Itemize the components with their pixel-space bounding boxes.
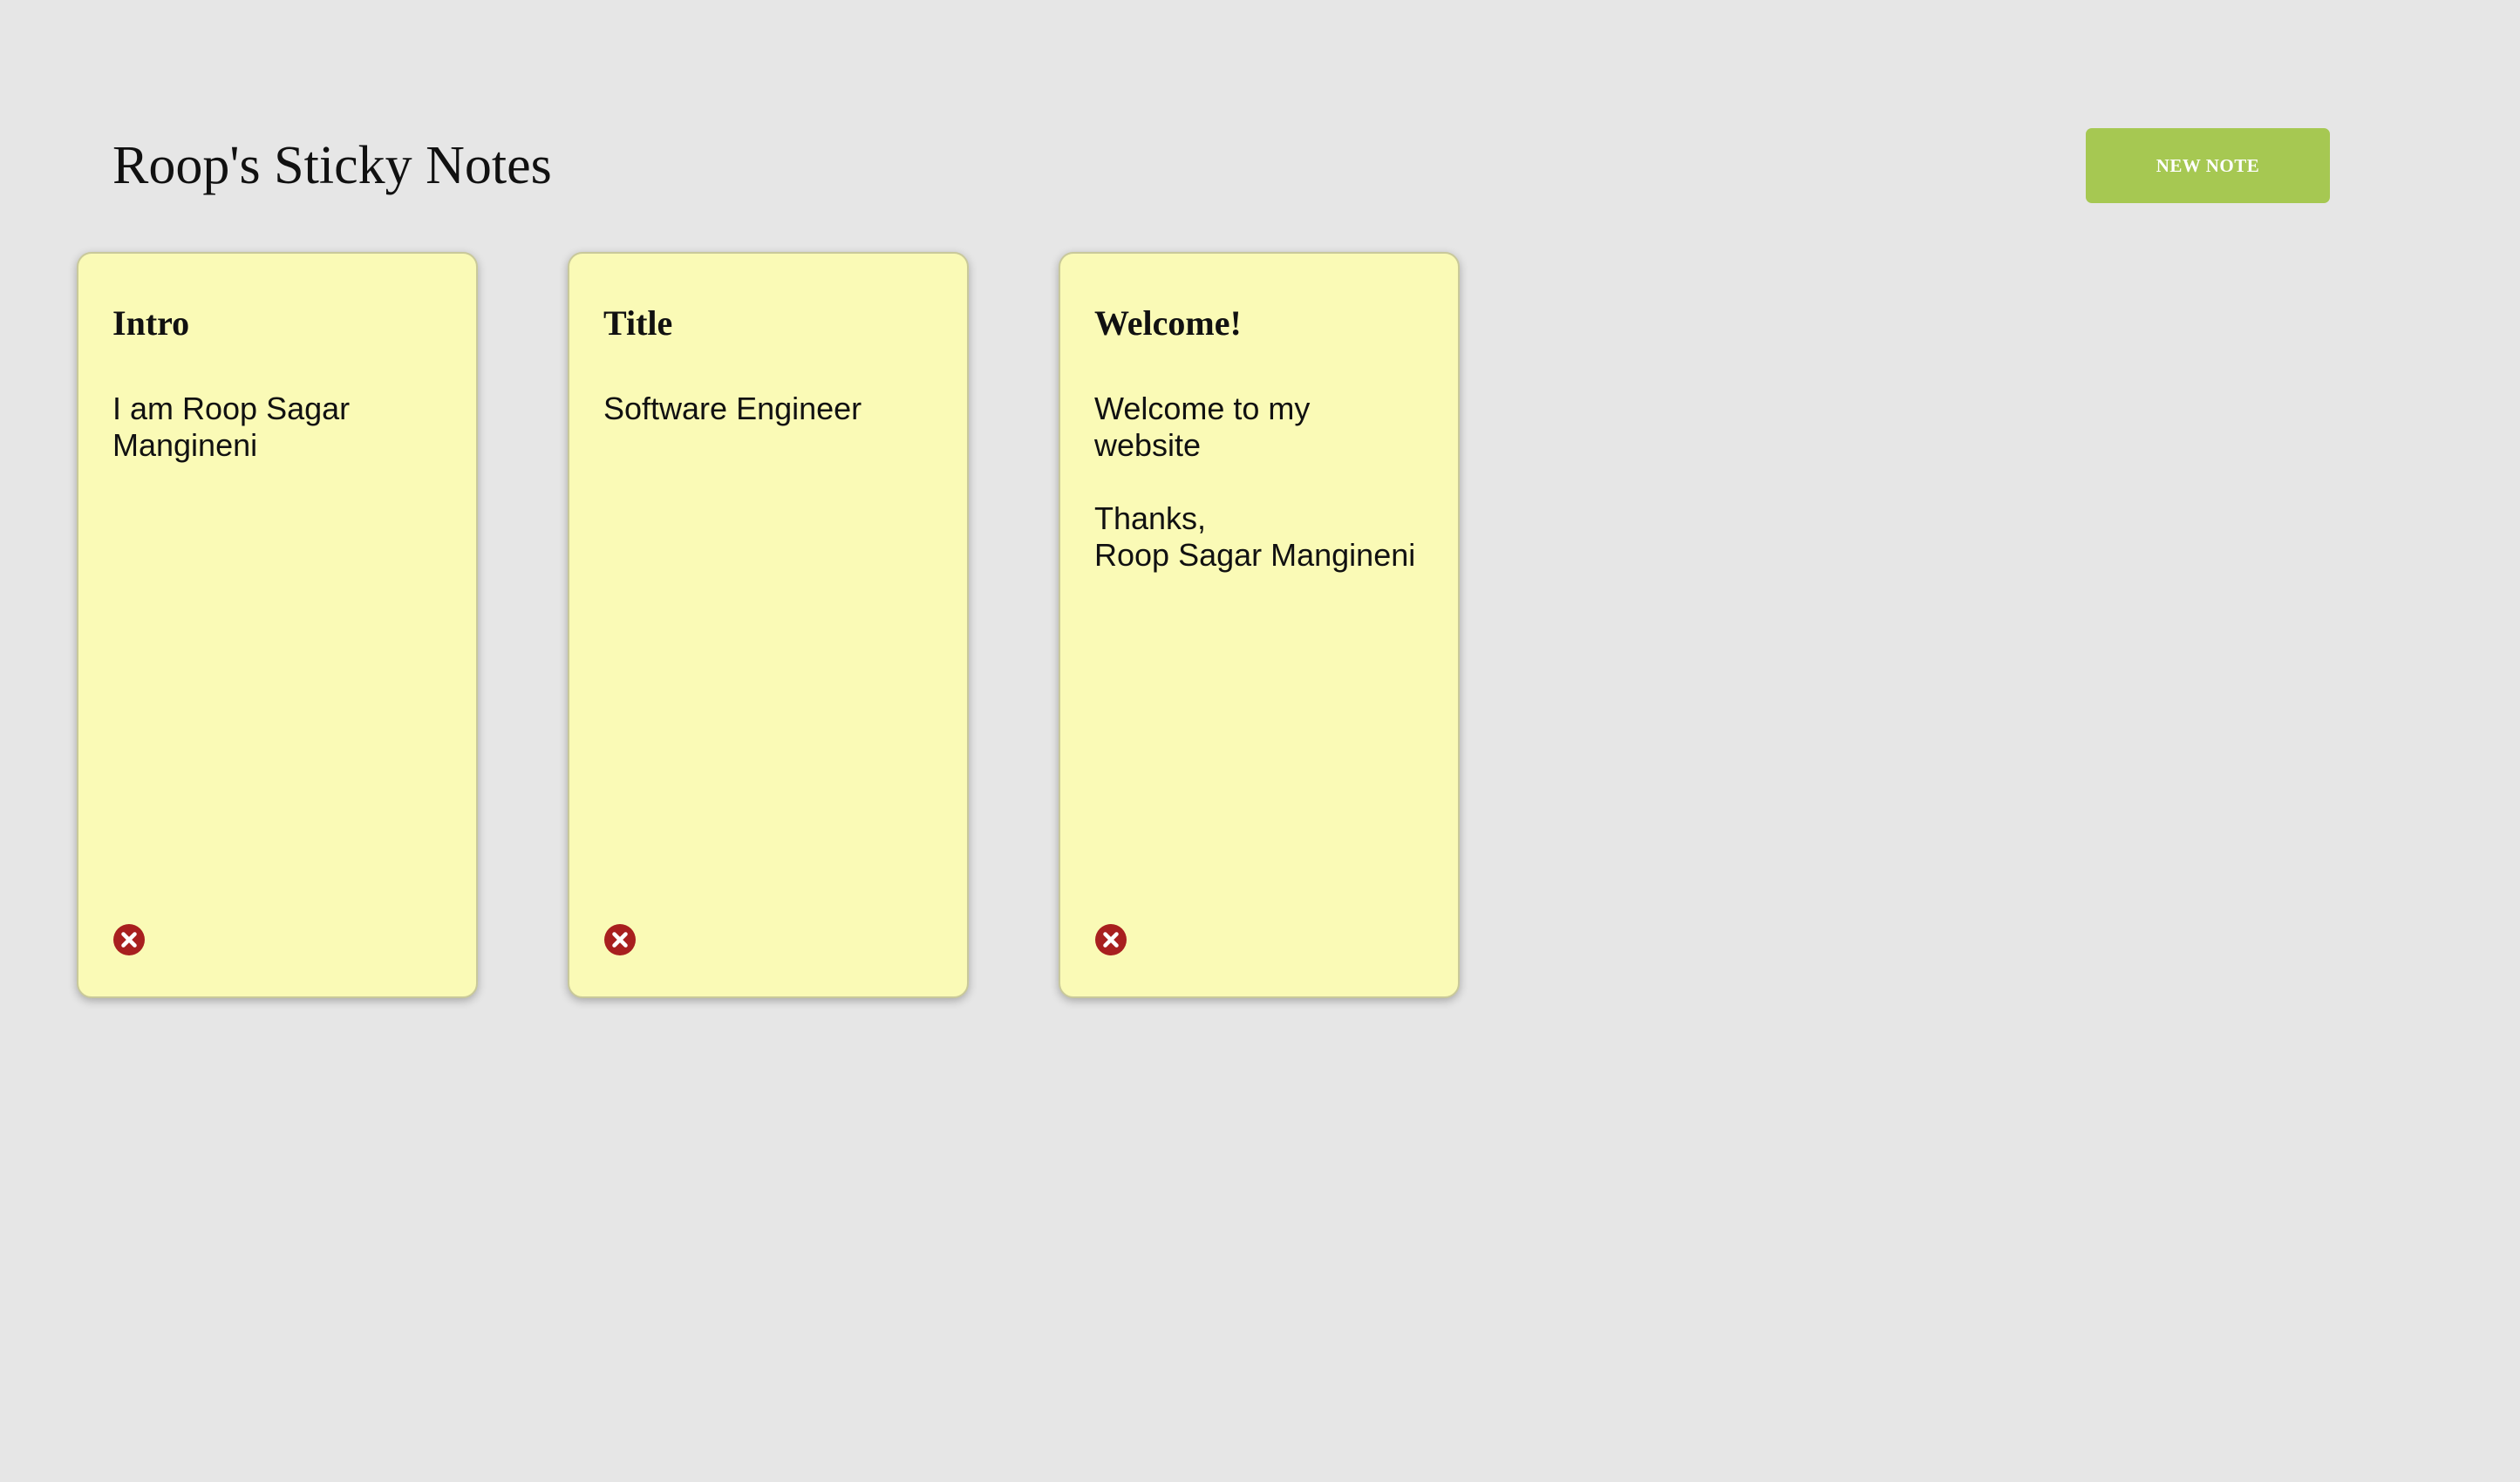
note-body[interactable]: Software Engineer bbox=[603, 391, 943, 427]
delete-note-icon[interactable] bbox=[604, 924, 636, 955]
delete-note-icon[interactable] bbox=[113, 924, 145, 955]
delete-note-icon[interactable] bbox=[1095, 924, 1127, 955]
note-title[interactable]: Title bbox=[603, 302, 672, 345]
note-title[interactable]: Intro bbox=[112, 302, 189, 345]
note-title[interactable]: Welcome! bbox=[1094, 302, 1242, 345]
note-card[interactable]: Intro I am Roop Sagar Mangineni bbox=[77, 252, 478, 998]
note-body[interactable]: Welcome to my website Thanks, Roop Sagar… bbox=[1094, 391, 1434, 574]
page-title: Roop's Sticky Notes bbox=[112, 136, 552, 195]
note-card[interactable]: Title Software Engineer bbox=[568, 252, 969, 998]
note-card[interactable]: Welcome! Welcome to my website Thanks, R… bbox=[1059, 252, 1460, 998]
note-body[interactable]: I am Roop Sagar Mangineni bbox=[112, 391, 453, 464]
new-note-button[interactable]: NEW NOTE bbox=[2086, 128, 2330, 203]
